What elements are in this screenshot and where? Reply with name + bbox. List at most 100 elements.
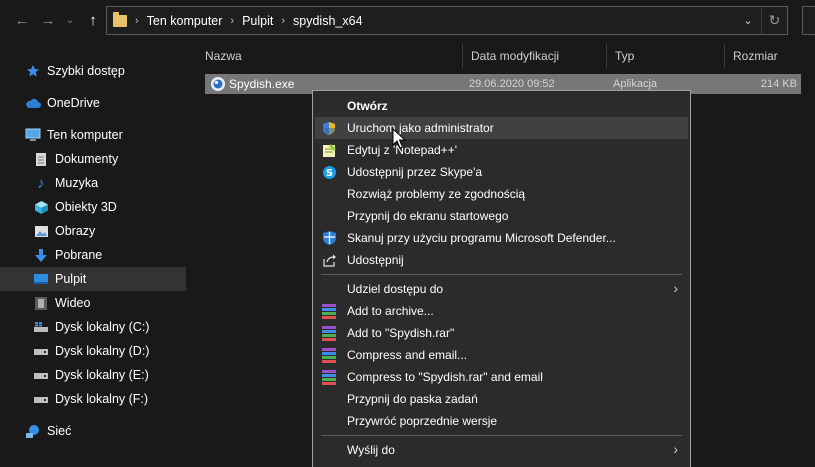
menu-item-otworz[interactable]: Otwórz [315,95,688,117]
breadcrumb-pulpit[interactable]: Pulpit [242,14,273,28]
winrar-icon [321,325,337,341]
sidebar-item-pulpit[interactable]: Pulpit [0,267,186,291]
sidebar-item-dysk-e[interactable]: Dysk lokalny (E:) [0,363,186,387]
sidebar-item-label: Dysk lokalny (D:) [55,344,150,358]
forward-button[interactable]: → [38,9,58,31]
drive-icon [33,367,49,383]
menu-item-send-to[interactable]: Wyślij do › [315,439,688,461]
breadcrumb-separator[interactable]: › [230,15,234,27]
sidebar-item-wideo[interactable]: Wideo [0,291,186,315]
desktop-icon [33,271,49,287]
sidebar-item-szybki-dostep[interactable]: Szybki dostęp [0,59,186,83]
menu-item-give-access-to[interactable]: Udziel dostępu do › [315,278,688,300]
sidebar-item-muzyka[interactable]: ♪ Muzyka [0,171,186,195]
context-menu: Otwórz Uruchom jako administrator Edytuj… [312,90,691,467]
star-icon [25,63,41,79]
drive-icon [33,343,49,359]
file-icon [210,74,226,94]
arrow-right-icon: → [40,11,56,29]
sidebar-item-label: Dysk lokalny (F:) [55,392,149,406]
chevron-down-icon: ⌄ [743,15,753,27]
drive-icon [33,391,49,407]
column-header-modified[interactable]: Data modyfikacji [463,44,607,68]
sidebar-item-label: Pulpit [55,272,87,286]
sidebar-item-obiekty-3d[interactable]: Obiekty 3D [0,195,186,219]
refresh-icon: ↻ [768,12,781,28]
sidebar-item-label: Dysk lokalny (C:) [55,320,150,334]
chevron-right-icon: › [673,441,678,457]
uac-shield-icon [321,120,337,136]
file-size: 214 KB [760,78,797,90]
chevron-down-icon: ⌄ [65,14,75,26]
navigation-toolbar: ← → ⌄ ↑ › Ten komputer › Pulpit › spydis… [0,0,815,40]
up-button[interactable]: ↑ [83,9,103,31]
document-icon [33,151,49,167]
menu-item-troubleshoot-compatibility[interactable]: Rozwiąż problemy ze zgodnością [315,183,688,205]
computer-icon [25,127,41,143]
menu-item-compress-and-email[interactable]: Compress and email... [315,344,688,366]
breadcrumb-separator: › [135,14,139,27]
search-box[interactable] [802,6,815,35]
menu-item-pin-to-start[interactable]: Przypnij do ekranu startowego [315,205,688,227]
breadcrumb-separator[interactable]: › [281,15,285,27]
network-icon [25,423,41,439]
sidebar-item-label: Pobrane [55,248,103,262]
sidebar-item-onedrive[interactable]: OneDrive [0,91,186,115]
arrow-up-icon: ↑ [89,11,97,29]
menu-item-share-skype[interactable]: S Udostępnij przez Skype'a [315,161,688,183]
breadcrumb-spydish-x64[interactable]: spydish_x64 [293,14,363,28]
cloud-icon [25,95,41,111]
menu-item-restore-previous-versions[interactable]: Przywróć poprzednie wersje [315,410,688,432]
skype-icon: S [321,164,337,180]
breadcrumb-ten-komputer[interactable]: Ten komputer [147,14,223,28]
menu-item-compress-to-rar-and-email[interactable]: Compress to "Spydish.rar" and email [315,366,688,388]
defender-shield-icon [321,230,337,246]
sidebar-item-label: Ten komputer [47,128,123,142]
sidebar-item-dokumenty[interactable]: Dokumenty [0,147,186,171]
sidebar-item-siec[interactable]: Sieć [0,419,186,443]
arrow-left-icon: ← [14,11,30,29]
sidebar-item-label: Obrazy [55,224,96,238]
download-arrow-icon [33,247,49,263]
back-button[interactable]: ← [12,9,32,31]
music-note-icon: ♪ [37,174,45,192]
refresh-button[interactable]: ↻ [761,7,787,34]
sidebar-item-label: Obiekty 3D [55,200,117,214]
notepadplusplus-icon [321,142,337,158]
sidebar-item-dysk-c[interactable]: Dysk lokalny (C:) [0,315,186,339]
menu-item-run-as-admin[interactable]: Uruchom jako administrator [315,117,688,139]
sidebar-item-obrazy[interactable]: Obrazy [0,219,186,243]
folder-icon [113,11,127,27]
sidebar-item-ten-komputer[interactable]: Ten komputer [0,123,186,147]
winrar-icon [321,369,337,385]
navigation-pane: Szybki dostęp OneDrive Ten komputer Doku… [0,40,186,467]
sidebar-item-label: Szybki dostęp [47,64,125,78]
sidebar-item-dysk-f[interactable]: Dysk lokalny (F:) [0,387,186,411]
menu-item-share[interactable]: Udostępnij [315,249,688,271]
sidebar-item-label: Sieć [47,424,72,438]
picture-icon [33,223,49,239]
address-history-button[interactable]: ⌄ [735,14,761,27]
sidebar-item-dysk-d[interactable]: Dysk lokalny (D:) [0,339,186,363]
column-header-name[interactable]: Nazwa [197,44,463,68]
share-icon [321,252,337,268]
sidebar-item-pobrane[interactable]: Pobrane [0,243,186,267]
winrar-icon [321,347,337,363]
column-header-type[interactable]: Typ [607,44,725,68]
address-bar[interactable]: › Ten komputer › Pulpit › spydish_x64 ⌄ … [106,6,788,35]
sidebar-item-label: Dokumenty [55,152,119,166]
column-header-size[interactable]: Rozmiar [725,44,807,68]
windows-drive-icon [33,319,49,335]
chevron-right-icon: › [673,280,678,296]
sidebar-item-label: Dysk lokalny (E:) [55,368,149,382]
cube-icon [33,199,49,215]
menu-item-pin-to-taskbar[interactable]: Przypnij do paska zadań [315,388,688,410]
menu-separator [321,274,682,275]
menu-item-add-to-archive[interactable]: Add to archive... [315,300,688,322]
menu-item-add-to-spydish-rar[interactable]: Add to "Spydish.rar" [315,322,688,344]
menu-item-scan-defender[interactable]: Skanuj przy użyciu programu Microsoft De… [315,227,688,249]
menu-separator [321,435,682,436]
menu-item-edit-notepadpp[interactable]: Edytuj z 'Notepad++' [315,139,688,161]
svg-text:S: S [325,168,332,179]
recent-locations-button[interactable]: ⌄ [62,9,78,31]
